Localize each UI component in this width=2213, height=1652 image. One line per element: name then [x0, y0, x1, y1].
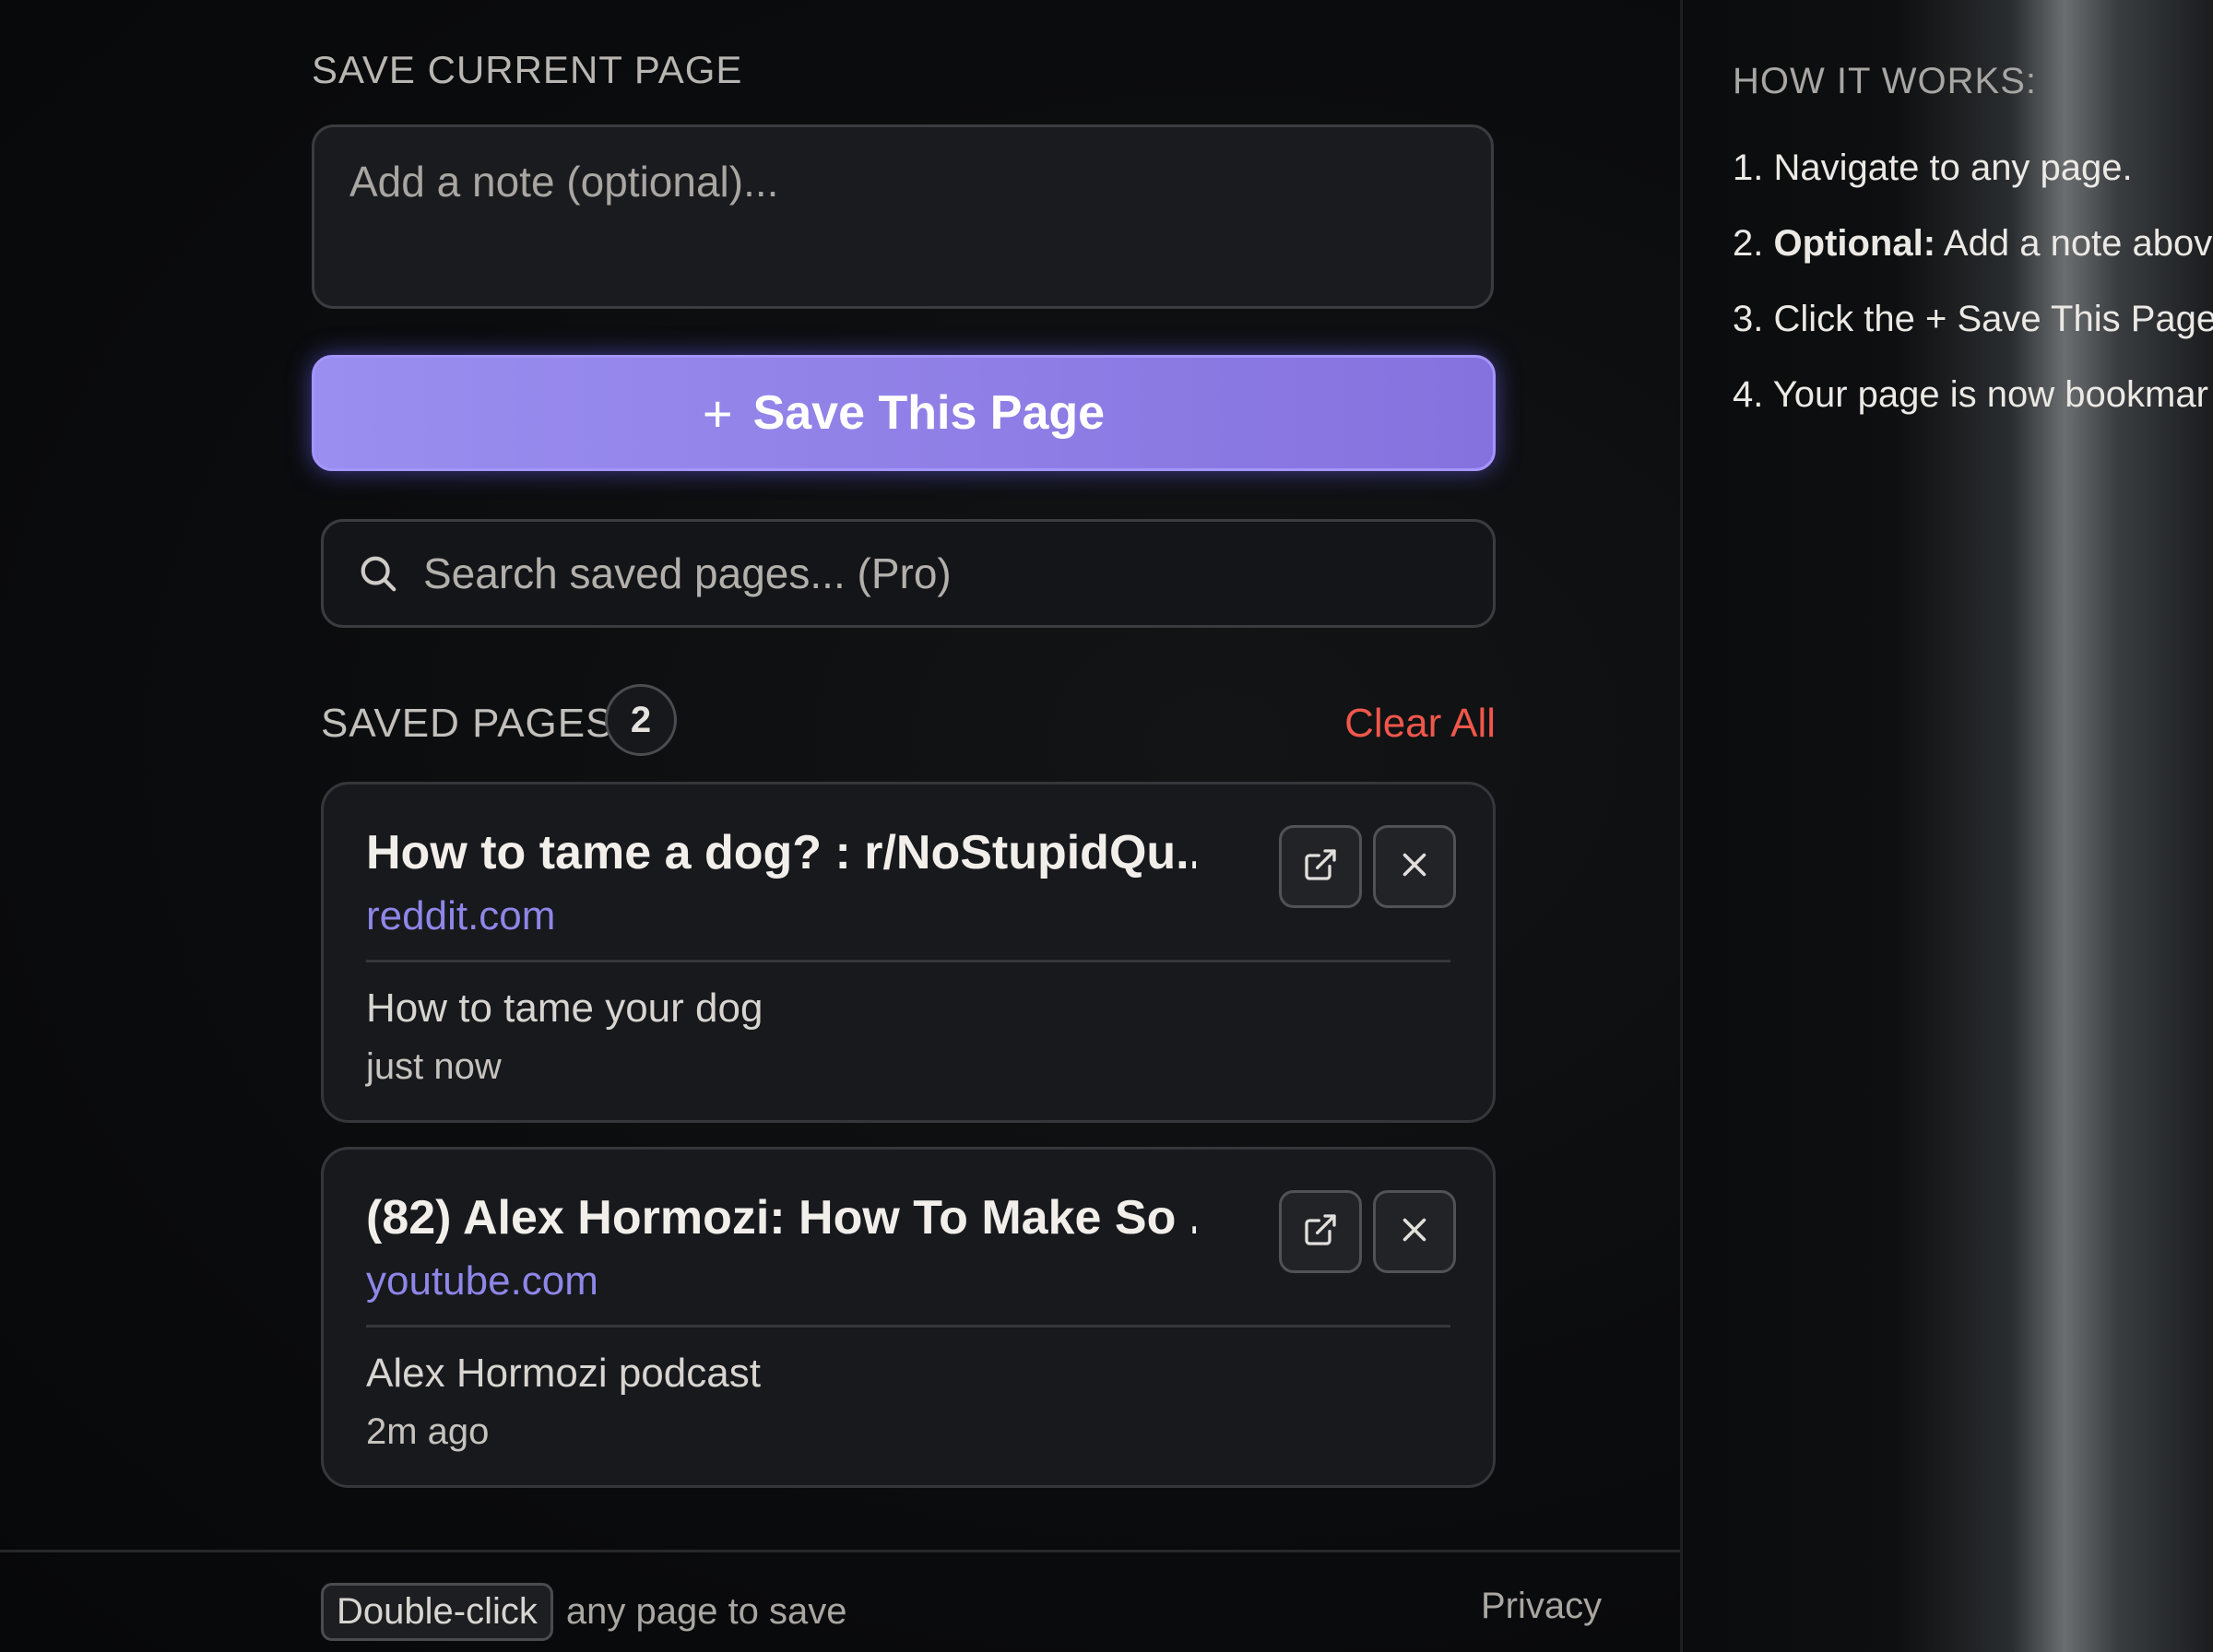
how-step: 2. Optional: Add a note above [1733, 223, 2213, 299]
close-icon [1398, 1213, 1431, 1251]
delete-page-button[interactable] [1373, 825, 1456, 908]
plus-icon: + [702, 384, 733, 442]
external-link-icon [1302, 1211, 1339, 1253]
saved-pages-title: SAVED PAGES [321, 701, 614, 746]
saved-page-note: How to tame your dog [366, 985, 763, 1031]
note-field-container [312, 124, 1494, 309]
close-icon [1398, 848, 1431, 886]
how-step: 3. Click the + Save This Page [1733, 299, 2213, 374]
main-panel: SAVE CURRENT PAGE + Save This Page SAVED… [0, 0, 1680, 1652]
search-icon [357, 549, 405, 597]
external-link-icon [1302, 846, 1339, 888]
search-box [321, 519, 1496, 628]
how-it-works-title: HOW IT WORKS: [1733, 61, 2038, 101]
save-page-button-label: Save This Page [752, 386, 1106, 440]
saved-page-title: How to tame a dog? : r/NoStupidQu... [366, 826, 1196, 879]
how-step-number: 4. [1733, 374, 1764, 415]
footer-divider [0, 1550, 1680, 1552]
privacy-link[interactable]: Privacy [1481, 1586, 1602, 1627]
how-step-number: 3. [1733, 299, 1764, 339]
double-click-key: Double-click [321, 1583, 553, 1641]
open-page-button[interactable] [1279, 1190, 1362, 1273]
footer-hint-text: any page to save [565, 1591, 847, 1632]
how-it-works-panel: HOW IT WORKS: 1. Navigate to any page. 2… [1683, 0, 2213, 1652]
open-page-button[interactable] [1279, 825, 1362, 908]
saved-page-card[interactable]: (82) Alex Hormozi: How To Make So ... yo… [321, 1147, 1496, 1488]
how-step-text: Navigate to any page. [1773, 148, 2133, 188]
how-step-text: Your page is now bookmar [1772, 374, 2208, 415]
how-step: 1. Navigate to any page. [1733, 148, 2213, 223]
saved-pages-header: SAVED PAGES 2 Clear All [321, 682, 1496, 765]
saved-count-badge: 2 [605, 684, 677, 756]
how-step: 4. Your page is now bookmar [1733, 374, 2213, 450]
saved-page-card[interactable]: How to tame a dog? : r/NoStupidQu... red… [321, 782, 1496, 1123]
saved-page-time: 2m ago [366, 1411, 490, 1452]
note-field[interactable] [314, 127, 1491, 306]
saved-page-title: (82) Alex Hormozi: How To Make So ... [366, 1191, 1196, 1245]
how-step-number: 2. [1733, 223, 1764, 264]
saved-page-domain[interactable]: reddit.com [366, 893, 555, 939]
how-step-text: Click the + Save This Page [1773, 299, 2213, 339]
delete-page-button[interactable] [1373, 1190, 1456, 1273]
save-section-title: SAVE CURRENT PAGE [312, 48, 743, 91]
saved-page-time: just now [366, 1046, 502, 1087]
clear-all-button[interactable]: Clear All [1344, 701, 1496, 747]
how-step-number: 1. [1733, 148, 1764, 188]
save-page-button[interactable]: + Save This Page [312, 355, 1496, 471]
search-input[interactable] [421, 548, 1493, 599]
footer-hint: Double-click any page to save [321, 1583, 847, 1641]
card-divider [366, 1325, 1450, 1328]
saved-page-domain[interactable]: youtube.com [366, 1258, 598, 1304]
how-step-text: Add a note above [1943, 223, 2213, 264]
how-step-bold: Optional: [1773, 223, 1936, 264]
how-it-works-steps: 1. Navigate to any page. 2. Optional: Ad… [1733, 148, 2213, 450]
saved-page-note: Alex Hormozi podcast [366, 1351, 761, 1396]
card-divider [366, 960, 1450, 962]
